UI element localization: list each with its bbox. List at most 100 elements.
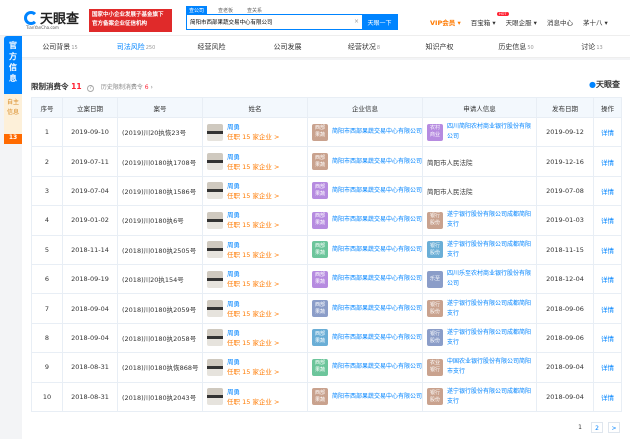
company-link[interactable]: 简阳市西部果蔬交易中心有限公司 <box>332 392 422 402</box>
person-avatar[interactable] <box>207 211 223 229</box>
company-link[interactable]: 简阳市西部果蔬交易中心有限公司 <box>332 245 422 255</box>
applicant-link[interactable]: 四川乐至农村商业银行股份有限公司 <box>447 269 536 289</box>
publish-date: 2018-09-06 <box>536 293 594 324</box>
company-link[interactable]: 简阳市西部果蔬交易中心有限公司 <box>332 215 422 225</box>
filing-date: 2018-11-14 <box>62 234 118 265</box>
title-text: 限制消费令 <box>31 82 69 91</box>
person-positions-link[interactable]: 任职 15 家企业 > <box>227 367 279 377</box>
tab-item[interactable]: 公司背景15 <box>22 36 98 57</box>
page-2[interactable]: 2 <box>591 422 603 433</box>
person-name-link[interactable]: 周勇 <box>227 210 279 220</box>
person-positions-link[interactable]: 任职 15 家企业 > <box>227 309 279 319</box>
company-link[interactable]: 简阳市西部果蔬交易中心有限公司 <box>332 127 422 137</box>
applicant-link[interactable]: 遂宁银行股份有限公司成都简阳支行 <box>447 210 536 230</box>
detail-link[interactable]: 详情 <box>593 381 622 412</box>
detail-link[interactable]: 详情 <box>593 234 622 265</box>
person-avatar[interactable] <box>207 388 223 406</box>
nav-vip[interactable]: VIP会员 ▾ <box>430 17 461 27</box>
tab-item[interactable]: 经营状况8 <box>326 36 402 57</box>
nav-messages[interactable]: 消息中心 <box>547 17 573 27</box>
banner-line: 官方备案企业征信机构 <box>92 21 148 27</box>
applicant-link[interactable]: 遂宁银行股份有限公司成都简阳支行 <box>447 328 536 348</box>
column-header: 申请人信息 <box>422 97 537 118</box>
person-avatar[interactable] <box>207 358 223 376</box>
side-tab-self[interactable]: 自主信息 <box>4 94 22 134</box>
tab-item[interactable]: 知识产权 <box>402 36 478 57</box>
tab-item[interactable]: 公司发展 <box>250 36 326 57</box>
next-page-button[interactable]: > <box>608 422 620 433</box>
tab-label: 公司背景 <box>42 43 71 51</box>
page-1[interactable]: 1 <box>574 422 586 433</box>
detail-link[interactable]: 详情 <box>593 175 622 207</box>
tab-item[interactable]: 讨论13 <box>554 36 630 57</box>
person-avatar[interactable] <box>207 270 223 288</box>
applicant-link[interactable]: 遂宁银行股份有限公司成都简阳支行 <box>447 299 536 319</box>
publish-date: 2018-09-06 <box>536 322 594 354</box>
side-tab-official[interactable]: 官方信息 <box>4 36 22 94</box>
hot-badge: HOT <box>497 12 509 16</box>
person-positions-link[interactable]: 任职 15 家企业 > <box>227 250 279 260</box>
filing-date: 2018-09-04 <box>62 293 118 324</box>
person-positions-link[interactable]: 任职 15 家企业 > <box>227 338 279 348</box>
person-name-link[interactable]: 周勇 <box>227 387 279 397</box>
nav-user[interactable]: 茅十八 ▾ <box>583 17 608 27</box>
person-avatar[interactable] <box>207 153 223 171</box>
tab-item[interactable]: 经营风险 <box>174 36 250 57</box>
tab-label: 知识产权 <box>425 43 454 51</box>
person-name-link[interactable]: 周勇 <box>227 240 279 250</box>
person-name-link[interactable]: 周勇 <box>227 181 279 191</box>
company-link[interactable]: 简阳市西部果蔬交易中心有限公司 <box>332 304 422 314</box>
help-icon[interactable]: ? <box>87 85 95 92</box>
company-logo: 西部果蔬 <box>312 123 328 141</box>
person-name-link[interactable]: 周勇 <box>227 328 279 338</box>
person-positions-link[interactable]: 任职 15 家企业 > <box>227 279 279 289</box>
detail-link[interactable]: 详情 <box>593 293 622 324</box>
table-row: 5 2018-11-14 (2018)川0180执2505号 周勇 任职 15 家… <box>31 234 622 265</box>
person-positions-link[interactable]: 任职 15 家企业 > <box>227 397 279 407</box>
clear-icon[interactable]: × <box>354 18 359 25</box>
nav-toolbox[interactable]: 百宝箱 ▾ <box>471 17 496 27</box>
person-name-link[interactable]: 周勇 <box>227 357 279 367</box>
detail-link[interactable]: 详情 <box>593 263 622 295</box>
company-link[interactable]: 简阳市西部果蔬交易中心有限公司 <box>332 157 422 167</box>
person-name-link[interactable]: 周勇 <box>227 299 279 309</box>
applicant-link[interactable]: 遂宁银行股份有限公司成都简阳支行 <box>447 387 536 407</box>
applicant-link[interactable]: 中国农业银行股份有限公司简阳市支行 <box>447 357 536 377</box>
filing-date: 2018-09-04 <box>62 322 118 354</box>
person-positions-link[interactable]: 任职 15 家企业 > <box>227 162 279 172</box>
applicant-link[interactable]: 四川简阳农村商业银行股份有限公司 <box>447 122 536 142</box>
logo[interactable]: 天眼查 TianYanCha.com <box>24 8 79 30</box>
person-positions-link[interactable]: 任职 15 家企业 > <box>227 132 279 142</box>
search-button[interactable]: 天眼一下 <box>362 15 397 29</box>
person-avatar[interactable] <box>207 329 223 347</box>
history-link[interactable]: 历史限制消费令 6 › <box>101 84 153 91</box>
company-link[interactable]: 简阳市西部果蔬交易中心有限公司 <box>332 333 422 343</box>
company-logo: 西部果蔬 <box>312 329 328 347</box>
tab-item[interactable]: 历史信息50 <box>478 36 554 57</box>
applicant-link[interactable]: 遂宁银行股份有限公司成都简阳支行 <box>447 240 536 260</box>
person-avatar[interactable] <box>207 241 223 259</box>
detail-link[interactable]: 详情 <box>593 116 622 148</box>
person-name-link[interactable]: 周勇 <box>227 152 279 162</box>
detail-link[interactable]: 详情 <box>593 322 622 354</box>
promo-banner[interactable]: 国家中小企业发展子基金旗下 官方备案企业征信机构 <box>89 9 172 32</box>
publish-date: 2019-09-12 <box>536 116 594 148</box>
tab-item[interactable]: 司法风险250 <box>98 36 174 57</box>
company-link[interactable]: 简阳市西部果蔬交易中心有限公司 <box>332 362 422 372</box>
person-name-link[interactable]: 周勇 <box>227 269 279 279</box>
search-input[interactable] <box>187 15 347 29</box>
person-positions-link[interactable]: 任职 15 家企业 > <box>227 191 279 201</box>
company-link[interactable]: 简阳市西部果蔬交易中心有限公司 <box>332 274 422 284</box>
nav-services[interactable]: 天眼企服 ▾ <box>506 17 537 27</box>
detail-link[interactable]: 详情 <box>593 352 622 383</box>
person-name-link[interactable]: 周勇 <box>227 122 279 132</box>
detail-link[interactable]: 详情 <box>593 146 622 177</box>
row-number: 7 <box>31 293 63 324</box>
company-link[interactable]: 简阳市西部果蔬交易中心有限公司 <box>332 186 422 196</box>
publish-date: 2019-07-08 <box>536 175 594 207</box>
person-avatar[interactable] <box>207 182 223 200</box>
person-positions-link[interactable]: 任职 15 家企业 > <box>227 220 279 230</box>
detail-link[interactable]: 详情 <box>593 205 622 236</box>
person-avatar[interactable] <box>207 300 223 318</box>
person-avatar[interactable] <box>207 123 223 141</box>
